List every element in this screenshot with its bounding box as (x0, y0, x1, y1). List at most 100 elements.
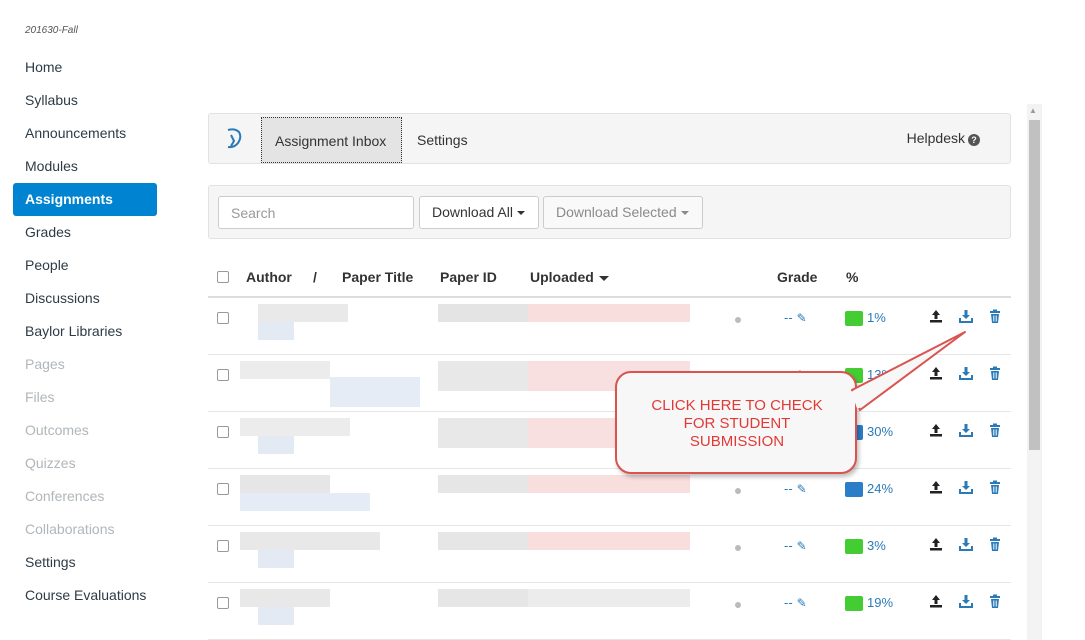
download-icon[interactable] (958, 308, 974, 324)
row-checkbox[interactable] (217, 540, 229, 552)
download-selected-button[interactable]: Download Selected (543, 196, 703, 229)
select-all-checkbox[interactable] (217, 271, 229, 283)
redacted-block (528, 475, 690, 493)
trash-icon[interactable] (987, 365, 1003, 381)
grade-value: -- (784, 538, 793, 553)
row-checkbox[interactable] (217, 483, 229, 495)
callout-text: CLICK HERE TO CHECK FOR STUDENT SUBMISSI… (617, 397, 857, 451)
redacted-block (438, 589, 538, 607)
similarity-swatch[interactable] (845, 482, 863, 497)
tab-settings[interactable]: Settings (404, 117, 481, 163)
percent-header[interactable]: % (846, 269, 858, 285)
similarity-percent[interactable]: 1% (867, 310, 886, 325)
grade-cell[interactable]: -- ✎ (784, 595, 807, 610)
trash-icon[interactable] (987, 422, 1003, 438)
redacted-block (528, 418, 618, 448)
similarity-percent[interactable]: 24% (867, 481, 893, 496)
tab-assignment-inbox[interactable]: Assignment Inbox (261, 117, 402, 163)
status-dot (735, 545, 741, 551)
nav-item-people[interactable]: People (13, 249, 157, 282)
callout-line-3: SUBMISSION (689, 433, 785, 450)
redacted-block (528, 304, 690, 322)
nav-item-outcomes[interactable]: Outcomes (13, 414, 157, 447)
paper-title-header[interactable]: Paper Title (342, 269, 413, 285)
sort-desc-icon (598, 275, 609, 281)
grade-header[interactable]: Grade (777, 269, 817, 285)
grade-cell[interactable]: -- ✎ (784, 481, 807, 496)
caret-down-icon (516, 211, 525, 216)
filter-bar: Download All Download Selected (208, 185, 1011, 239)
redacted-block (438, 304, 538, 322)
row-checkbox[interactable] (217, 312, 229, 324)
similarity-percent[interactable]: 19% (867, 595, 893, 610)
similarity-swatch[interactable] (845, 596, 863, 611)
nav-item-quizzes[interactable]: Quizzes (13, 447, 157, 480)
nav-item-assignments[interactable]: Assignments (13, 183, 157, 216)
redacted-block (240, 475, 330, 493)
author-header[interactable]: Author (246, 269, 292, 285)
download-selected-label: Download Selected (556, 204, 677, 220)
pencil-icon[interactable]: ✎ (797, 482, 807, 496)
header-separator: / (313, 269, 317, 285)
similarity-percent[interactable]: 30% (867, 424, 893, 439)
callout-pointer (851, 331, 966, 411)
trash-icon[interactable] (987, 536, 1003, 552)
turnitin-toolbar: Assignment Inbox Settings Helpdesk? (208, 113, 1011, 164)
upload-icon[interactable] (928, 536, 944, 552)
nav-item-files[interactable]: Files (13, 381, 157, 414)
row-checkbox[interactable] (217, 597, 229, 609)
nav-item-collaborations[interactable]: Collaborations (13, 513, 157, 546)
nav-item-pages[interactable]: Pages (13, 348, 157, 381)
nav-item-grades[interactable]: Grades (13, 216, 157, 249)
similarity-swatch[interactable] (845, 311, 863, 326)
upload-icon[interactable] (928, 308, 944, 324)
question-icon: ? (968, 134, 980, 146)
nav-item-conferences[interactable]: Conferences (13, 480, 157, 513)
upload-icon[interactable] (928, 422, 944, 438)
scrollbar-thumb[interactable] (1029, 120, 1040, 450)
nav-item-settings[interactable]: Settings (13, 546, 157, 579)
download-icon[interactable] (958, 422, 974, 438)
nav-item-syllabus[interactable]: Syllabus (13, 84, 157, 117)
scroll-up-arrow-icon[interactable]: ▲ (1029, 106, 1037, 115)
paper-id-header[interactable]: Paper ID (440, 269, 497, 285)
redacted-block (258, 322, 294, 340)
turnitin-logo-icon (227, 128, 242, 149)
nav-item-announcements[interactable]: Announcements (13, 117, 157, 150)
search-input[interactable] (218, 196, 414, 229)
nav-item-discussions[interactable]: Discussions (13, 282, 157, 315)
download-icon[interactable] (958, 479, 974, 495)
status-dot (735, 488, 741, 494)
row-checkbox[interactable] (217, 426, 229, 438)
redacted-block (240, 361, 330, 379)
redacted-block (240, 418, 350, 436)
upload-icon[interactable] (928, 593, 944, 609)
download-all-button[interactable]: Download All (419, 196, 539, 229)
similarity-swatch[interactable] (845, 539, 863, 554)
grade-value: -- (784, 481, 793, 496)
nav-item-baylor-libraries[interactable]: Baylor Libraries (13, 315, 157, 348)
pencil-icon[interactable]: ✎ (797, 596, 807, 610)
trash-icon[interactable] (987, 308, 1003, 324)
similarity-percent[interactable]: 3% (867, 538, 886, 553)
pencil-icon[interactable]: ✎ (797, 539, 807, 553)
nav-item-course-evaluations[interactable]: Course Evaluations (13, 579, 157, 612)
download-all-label: Download All (432, 204, 513, 220)
grade-cell[interactable]: -- ✎ (784, 538, 807, 553)
upload-icon[interactable] (928, 479, 944, 495)
callout-annotation: CLICK HERE TO CHECK FOR STUDENT SUBMISSI… (615, 371, 857, 474)
nav-item-modules[interactable]: Modules (13, 150, 157, 183)
helpdesk-link[interactable]: Helpdesk? (907, 130, 980, 146)
pencil-icon[interactable]: ✎ (797, 311, 807, 325)
uploaded-header[interactable]: Uploaded (530, 269, 609, 285)
trash-icon[interactable] (987, 479, 1003, 495)
row-checkbox[interactable] (217, 369, 229, 381)
download-icon[interactable] (958, 593, 974, 609)
download-icon[interactable] (958, 536, 974, 552)
trash-icon[interactable] (987, 593, 1003, 609)
redacted-block (438, 475, 538, 493)
term-label: 201630-Fall (25, 25, 78, 36)
status-dot (735, 602, 741, 608)
grade-cell[interactable]: -- ✎ (784, 310, 807, 325)
nav-item-home[interactable]: Home (13, 51, 157, 84)
